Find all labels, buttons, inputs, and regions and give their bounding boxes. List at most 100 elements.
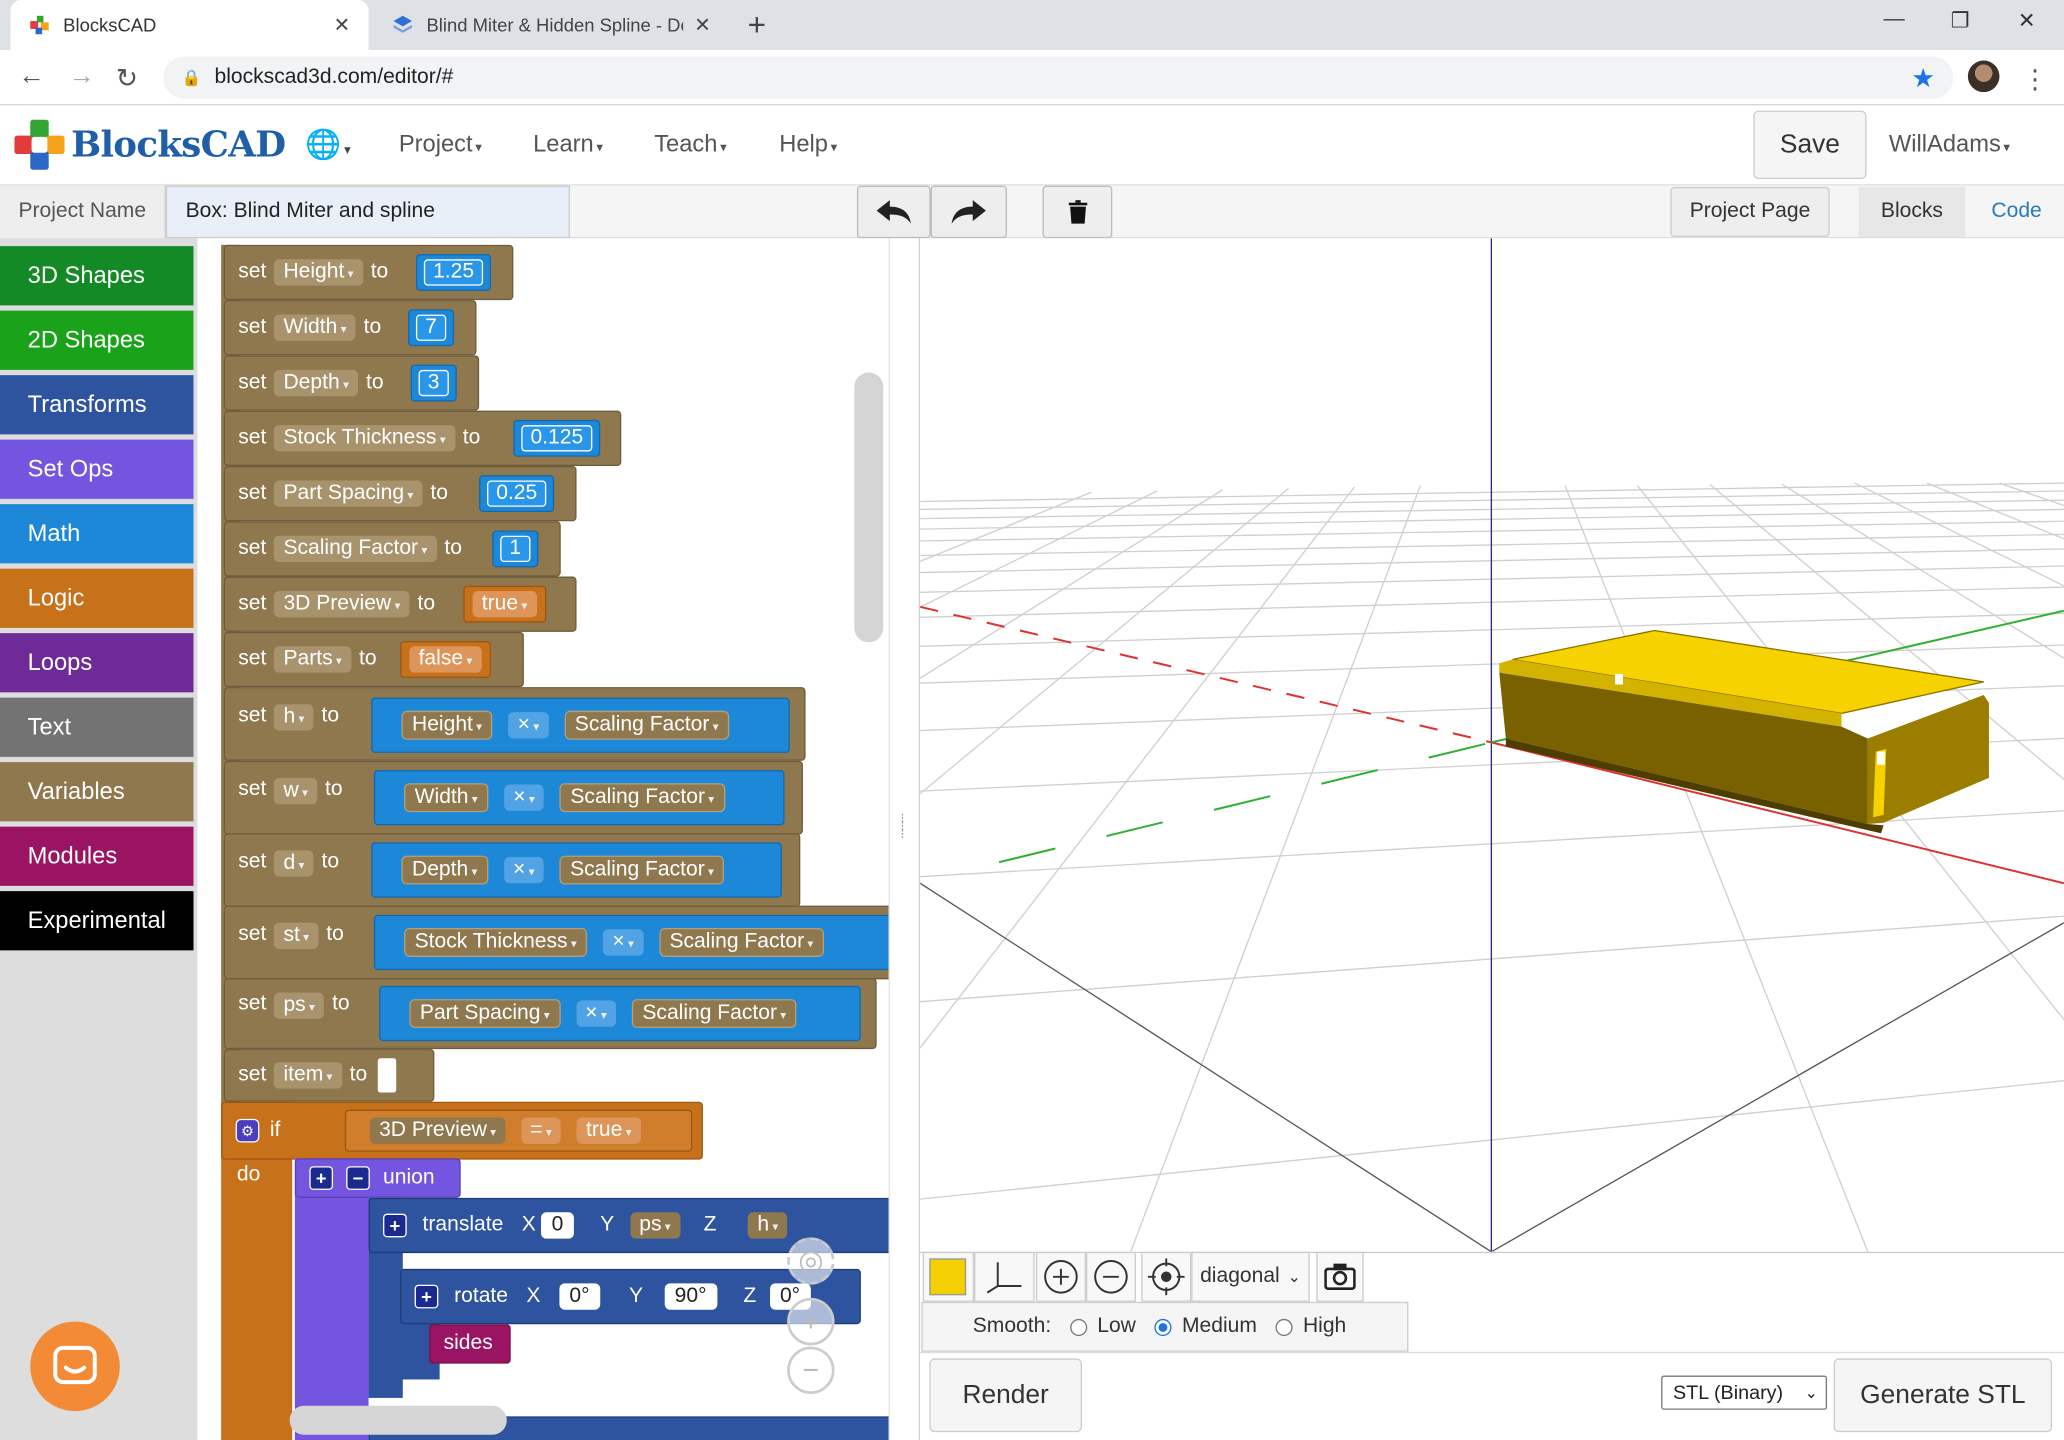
smooth-medium-radio[interactable] <box>1154 1318 1172 1336</box>
save-button[interactable]: Save <box>1753 110 1867 180</box>
zoom-in-icon[interactable]: + <box>787 1297 835 1346</box>
zoom-out-view-button[interactable] <box>1085 1251 1136 1302</box>
forward-icon[interactable]: → <box>68 62 94 92</box>
chat-launcher-button[interactable] <box>30 1321 120 1412</box>
axes-toggle-button[interactable] <box>974 1251 1035 1302</box>
number-block[interactable]: 7 <box>408 309 455 347</box>
zoom-out-icon[interactable]: − <box>787 1346 835 1394</box>
smooth-low-radio[interactable] <box>1069 1318 1087 1336</box>
plus-icon[interactable]: + <box>309 1166 334 1190</box>
union-block[interactable]: + − union <box>294 1158 461 1198</box>
profile-avatar[interactable] <box>1967 60 2000 93</box>
multiply-block[interactable]: Height × Scaling Factor <box>371 697 790 753</box>
zoom-in-icon <box>1044 1260 1078 1294</box>
category-3d-shapes[interactable]: 3D Shapes <box>0 246 194 306</box>
browser-tab-blind-miter[interactable]: Blind Miter & Hidden Spline - De ✕ <box>374 0 729 50</box>
scene-svg <box>920 238 2064 1252</box>
compare-block[interactable]: 3D Preview = true <box>344 1109 693 1152</box>
multiply-block[interactable]: Stock Thickness × Scaling Factor <box>373 914 896 971</box>
menu-help[interactable]: Help ▾ <box>779 130 837 158</box>
smooth-label: Smooth: <box>972 1314 1052 1338</box>
color-swatch[interactable] <box>929 1258 967 1296</box>
generate-stl-button[interactable]: Generate STL <box>1833 1358 2053 1433</box>
smooth-low-label: Low <box>1097 1314 1136 1338</box>
bookmark-star-icon[interactable]: ★ <box>1911 61 1935 94</box>
url-field[interactable]: 🔒 blockscad3d.com/editor/# ★ <box>163 56 1954 99</box>
splitter-grip-icon: ⁝ ⁝ ⁝ <box>900 812 905 843</box>
minus-icon[interactable]: − <box>346 1166 370 1190</box>
smooth-high-label: High <box>1302 1314 1347 1338</box>
chat-icon <box>53 1345 97 1385</box>
reload-icon[interactable]: ↻ <box>116 62 138 95</box>
number-block[interactable]: 1.25 <box>415 254 492 291</box>
category-logic[interactable]: Logic <box>0 568 194 628</box>
category-modules[interactable]: Modules <box>0 826 194 886</box>
user-menu[interactable]: WillAdams ▾ <box>1889 130 2010 158</box>
reset-view-button[interactable] <box>1141 1251 1192 1302</box>
number-block[interactable]: 3 <box>410 364 457 402</box>
new-tab-icon[interactable]: + <box>748 8 766 45</box>
boolean-false-block[interactable]: false <box>400 641 491 678</box>
axes-icon <box>986 1262 1022 1294</box>
render-button[interactable]: Render <box>929 1358 1082 1433</box>
tab-title: Blind Miter & Hidden Spline - De <box>426 14 684 36</box>
minimize-icon[interactable]: — <box>1884 8 1905 32</box>
category-math[interactable]: Math <box>0 504 194 564</box>
workspace-vertical-scrollbar[interactable] <box>854 372 884 643</box>
redo-button[interactable] <box>930 185 1007 239</box>
multiply-block[interactable]: Depth × Scaling Factor <box>371 842 782 898</box>
back-icon[interactable]: ← <box>18 62 44 92</box>
set-block-item[interactable]: setitemto <box>223 1049 435 1102</box>
project-name-label: Project Name <box>0 185 166 239</box>
category-set-ops[interactable]: Set Ops <box>0 439 194 499</box>
menu-project[interactable]: Project ▾ <box>399 130 482 158</box>
browser-tab-blockscad[interactable]: BlocksCAD ✕ <box>10 0 369 51</box>
restore-icon[interactable]: ❐ <box>1951 8 1970 34</box>
boolean-true-block[interactable]: true <box>463 585 546 623</box>
browser-menu-icon[interactable]: ⋮ <box>2022 63 2048 96</box>
smooth-high-radio[interactable] <box>1275 1318 1293 1336</box>
screenshot-button[interactable] <box>1316 1251 1364 1302</box>
export-format-select[interactable]: STL (Binary) ⌄ <box>1661 1375 1828 1410</box>
multiply-block[interactable]: Part Spacing × Scaling Factor <box>379 985 861 1042</box>
plus-icon[interactable]: + <box>383 1213 407 1238</box>
tab-code[interactable]: Code <box>1974 187 2058 237</box>
plus-icon[interactable]: + <box>414 1284 439 1309</box>
lock-icon: 🔒 <box>181 68 202 87</box>
project-name-input[interactable]: Box: Blind Miter and spline <box>165 185 570 239</box>
category-loops[interactable]: Loops <box>0 633 194 693</box>
blockscad-favicon-icon <box>30 15 49 35</box>
project-page-button[interactable]: Project Page <box>1670 186 1830 237</box>
chevron-down-icon: ⌄ <box>1804 1383 1818 1402</box>
menu-learn[interactable]: Learn ▾ <box>533 130 603 158</box>
category-experimental[interactable]: Experimental <box>0 891 194 951</box>
do-label: do <box>236 1163 261 1186</box>
category-transforms[interactable]: Transforms <box>0 375 194 435</box>
undo-button[interactable] <box>856 185 931 239</box>
gear-icon[interactable]: ⚙ <box>235 1118 260 1143</box>
tab-close-icon[interactable]: ✕ <box>334 13 351 37</box>
number-block[interactable]: 0.125 <box>513 419 601 457</box>
tab-close-icon[interactable]: ✕ <box>694 13 711 37</box>
view-angle-select[interactable]: diagonal ⌄ <box>1191 1251 1310 1302</box>
category-text[interactable]: Text <box>0 697 194 757</box>
number-block[interactable]: 0.25 <box>479 475 555 513</box>
multiply-block[interactable]: Width × Scaling Factor <box>373 770 785 826</box>
address-bar-row: ← → ↻ 🔒 blockscad3d.com/editor/# ★ <box>0 50 2064 106</box>
module-call-block[interactable]: sides <box>429 1324 511 1364</box>
number-block[interactable]: 1 <box>492 530 539 568</box>
crosshair-icon <box>1147 1258 1185 1296</box>
menu-teach[interactable]: Teach ▾ <box>654 130 726 158</box>
category-2d-shapes[interactable]: 2D Shapes <box>0 310 194 370</box>
tab-title: BlocksCAD <box>63 14 157 36</box>
category-variables[interactable]: Variables <box>0 762 194 822</box>
empty-input-slot[interactable] <box>377 1058 397 1093</box>
render-3d-viewport[interactable] <box>920 238 2064 1252</box>
recenter-icon[interactable]: ◎ <box>787 1237 835 1285</box>
language-globe-icon[interactable]: 🌐 ▾ <box>305 128 350 162</box>
delete-button[interactable] <box>1042 185 1113 239</box>
zoom-in-view-button[interactable] <box>1035 1251 1086 1302</box>
tab-blocks[interactable]: Blocks <box>1858 186 1966 237</box>
workspace-horizontal-scrollbar[interactable] <box>289 1405 507 1435</box>
close-window-icon[interactable]: ✕ <box>2018 8 2036 34</box>
